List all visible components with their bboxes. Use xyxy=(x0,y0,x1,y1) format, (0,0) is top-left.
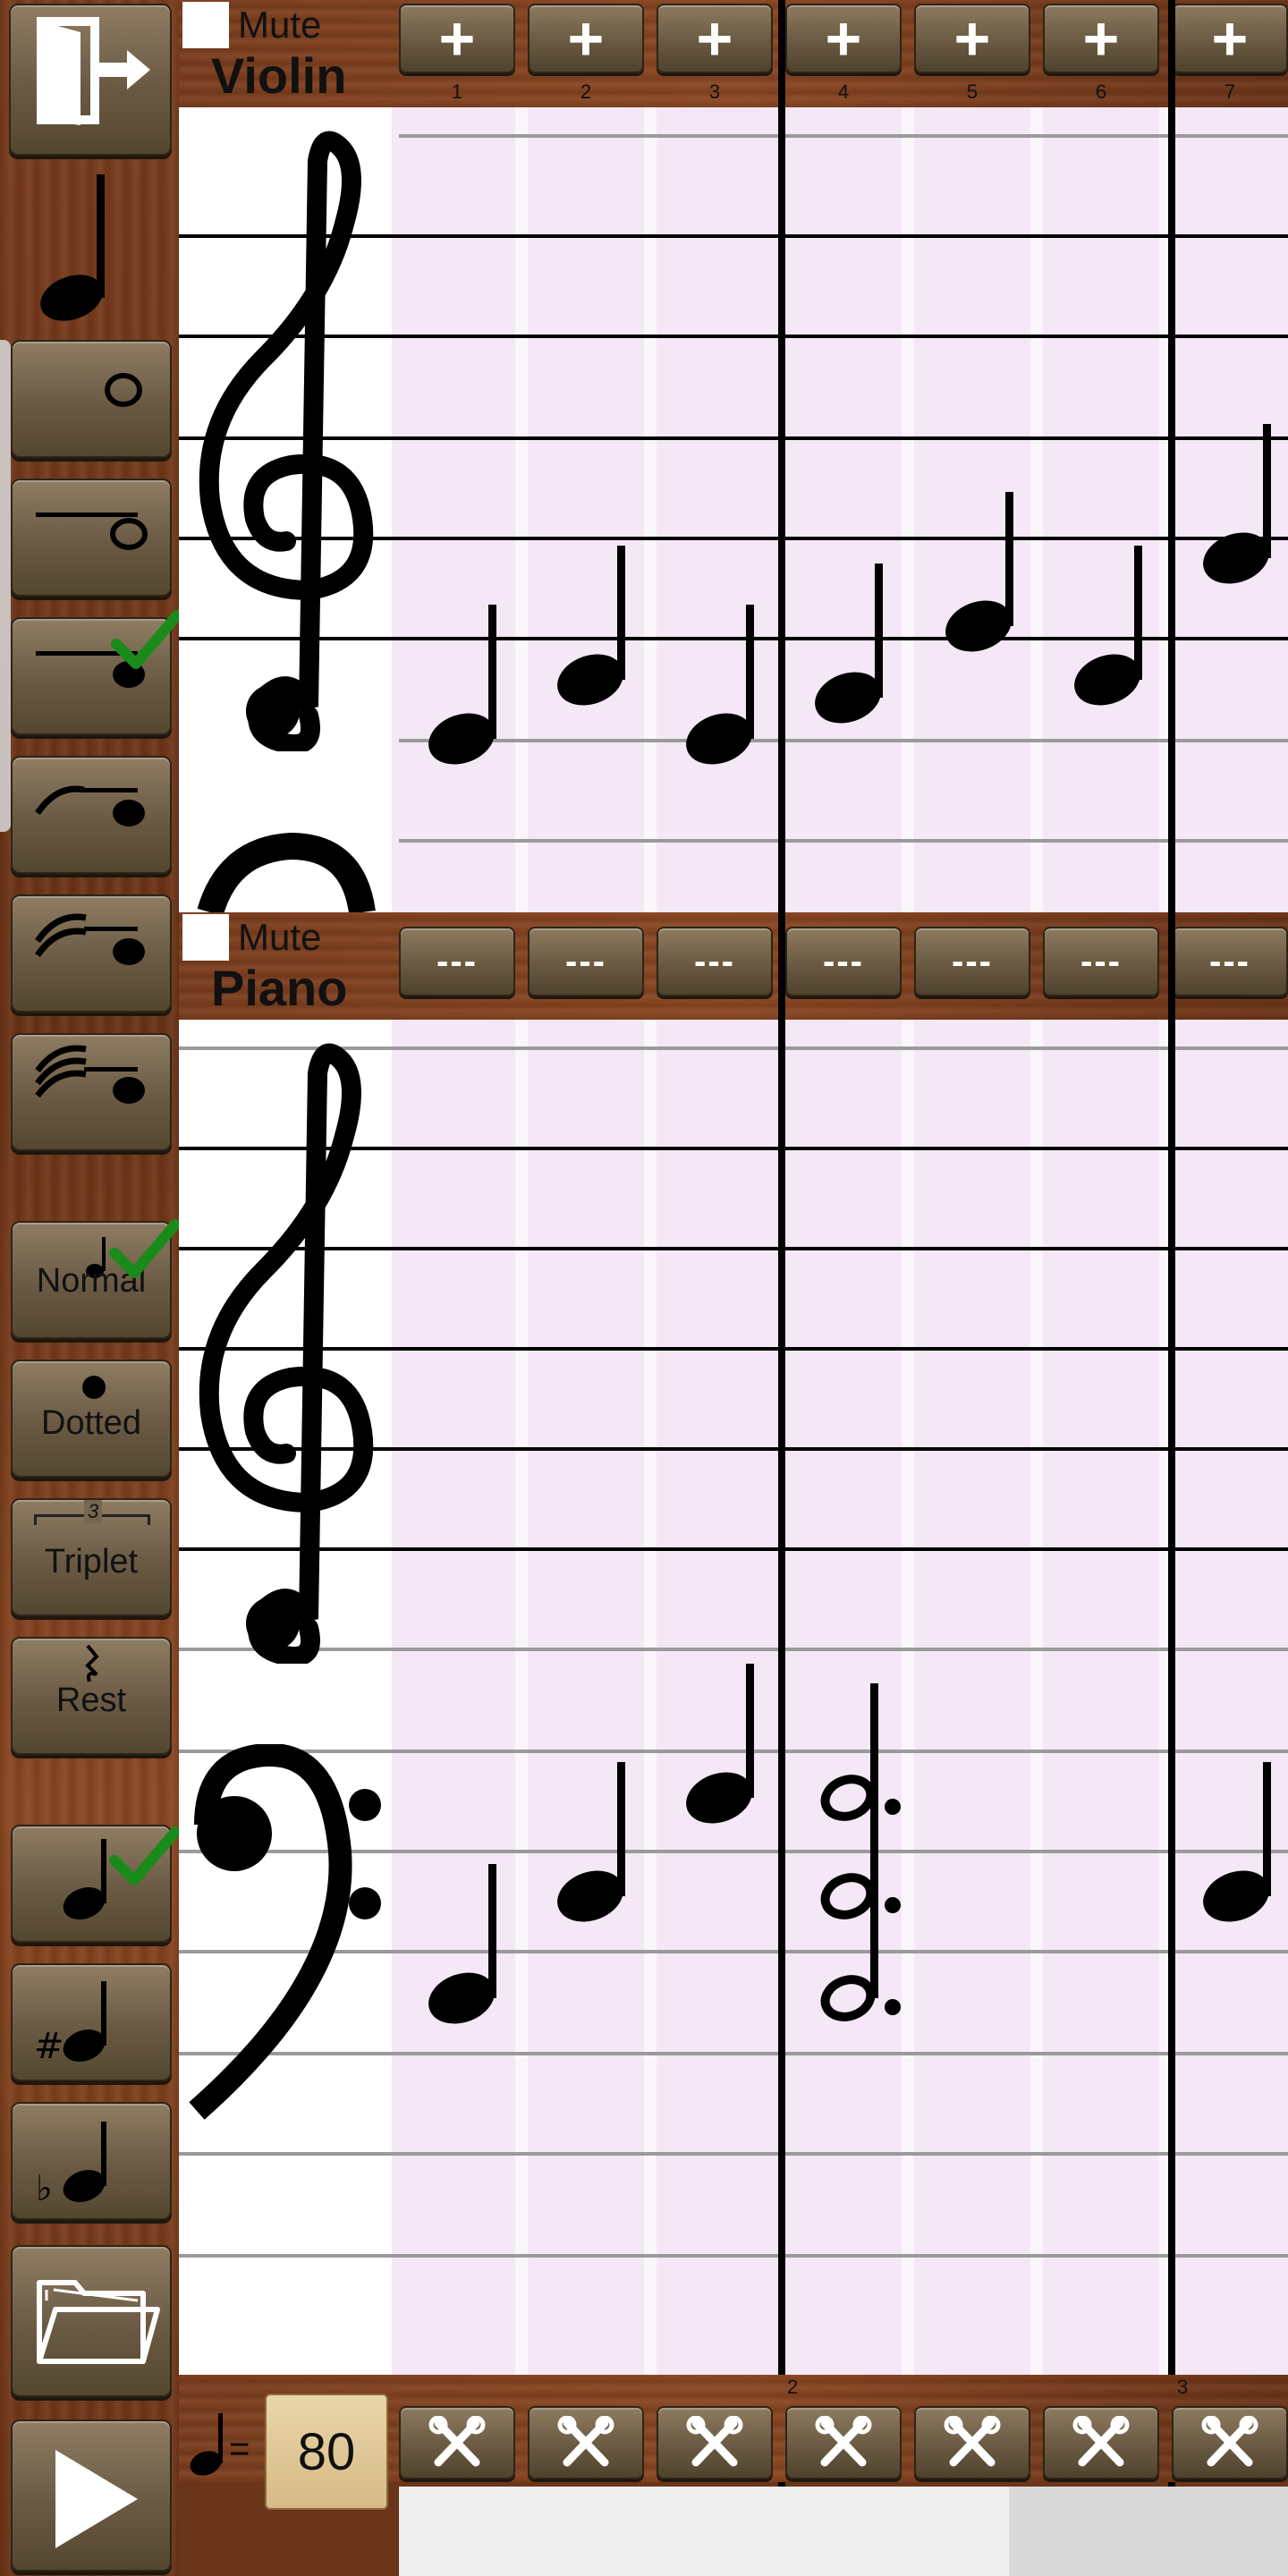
note-stem xyxy=(617,1762,625,1896)
note-stem xyxy=(1263,1762,1271,1896)
tools-icon xyxy=(1201,2416,1258,2467)
column-tools-button-3[interactable] xyxy=(657,2406,773,2479)
column-tools-button-7[interactable] xyxy=(1172,2406,1288,2479)
horizontal-scrollbar[interactable] xyxy=(399,2487,1288,2576)
note-stem xyxy=(1263,424,1271,558)
note-stem xyxy=(746,1664,754,1798)
note-head[interactable] xyxy=(820,1973,877,2022)
note-stem xyxy=(617,546,625,680)
note-stem xyxy=(875,564,883,698)
note-head[interactable] xyxy=(820,1773,877,1822)
tempo-value: 80 xyxy=(297,2422,356,2481)
note-stem xyxy=(746,605,754,739)
chord-stem xyxy=(870,1683,878,1998)
tools-icon xyxy=(557,2416,614,2467)
measure-number-3: 3 xyxy=(1177,2376,1189,2398)
notes-layer xyxy=(428,424,1271,2024)
column-tools-button-5[interactable] xyxy=(914,2406,1030,2479)
note-dot xyxy=(885,1897,901,1913)
tempo-equals: = xyxy=(229,2429,250,2469)
measure-number-2: 2 xyxy=(787,2376,799,2398)
note-dot xyxy=(885,1999,901,2015)
tools-icon xyxy=(686,2416,743,2467)
note-stem xyxy=(488,605,496,739)
scrollbar-thumb[interactable] xyxy=(399,2487,1009,2576)
note-stem xyxy=(488,1864,496,1998)
note-stem xyxy=(1005,492,1013,626)
note-head[interactable] xyxy=(820,1871,877,1920)
tempo-field[interactable]: 80 xyxy=(265,2394,388,2510)
column-tools-button-2[interactable] xyxy=(528,2406,644,2479)
tools-icon xyxy=(1072,2416,1130,2467)
column-tools-button-1[interactable] xyxy=(399,2406,515,2479)
column-tools-button-6[interactable] xyxy=(1043,2406,1159,2479)
tools-icon xyxy=(815,2416,872,2467)
tools-icon xyxy=(428,2416,486,2467)
tools-icon xyxy=(944,2416,1001,2467)
column-tools-button-4[interactable] xyxy=(785,2406,902,2479)
note-dot xyxy=(885,1799,901,1815)
note-stem xyxy=(1134,546,1142,680)
